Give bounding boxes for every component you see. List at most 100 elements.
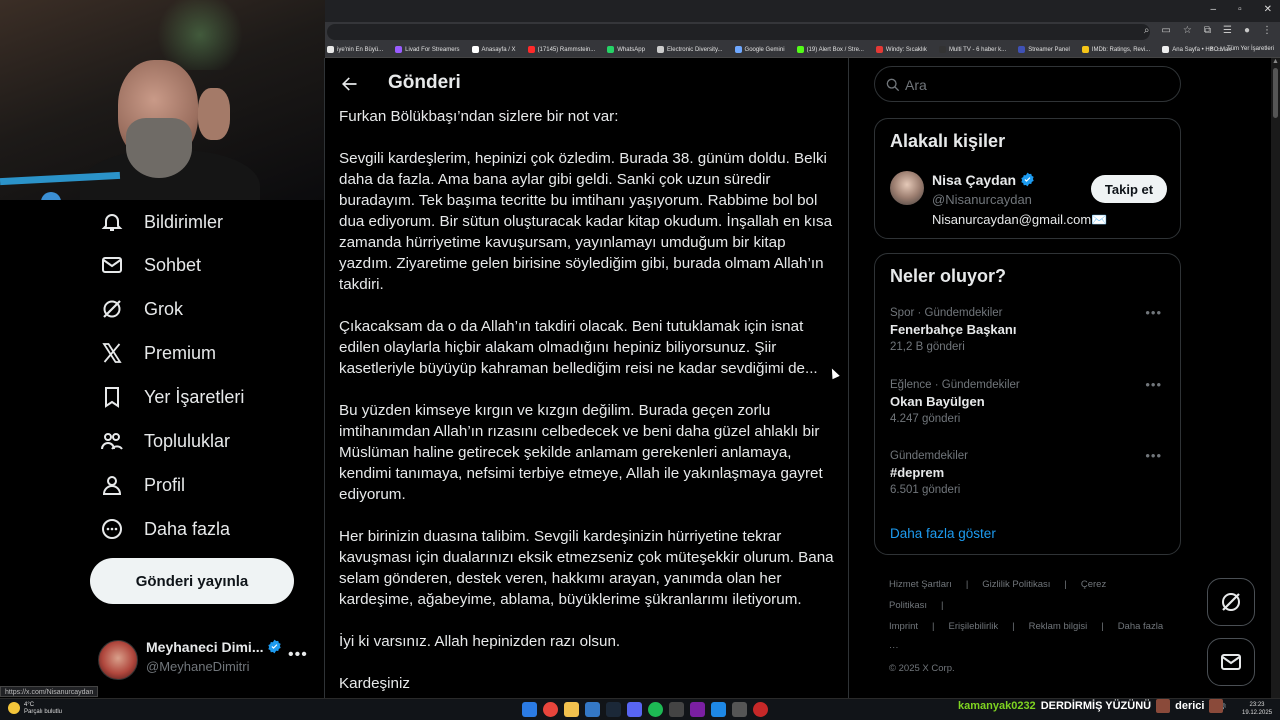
- app-icon[interactable]: [690, 702, 705, 717]
- bookmark-item[interactable]: iye'nin En Büyü...: [327, 46, 383, 53]
- bookmarks-right: » ▭ Tüm Yer İşaretleri: [1210, 46, 1274, 53]
- toolbar-icons: ⌕ ▭ ☆ ⧉ ☰ ● ⋮: [1144, 25, 1272, 36]
- scroll-thumb[interactable]: [1273, 68, 1278, 118]
- trend-title: Okan Bayülgen: [890, 394, 985, 409]
- post-paragraph: Bu yüzden kimseye kırgın ve kızgın değil…: [339, 402, 823, 503]
- person-handle[interactable]: @Nisanurcaydan: [932, 192, 1032, 207]
- maximize-button[interactable]: ▫: [1238, 4, 1242, 15]
- cast-icon[interactable]: ▭: [1161, 25, 1170, 36]
- close-window-button[interactable]: ✕: [1264, 4, 1272, 15]
- search-input[interactable]: Ara: [874, 66, 1181, 102]
- footer-separator: |: [932, 621, 935, 632]
- nav-item-sohbet[interactable]: Sohbet: [90, 243, 201, 287]
- post-button[interactable]: Gönderi yayınla: [90, 558, 294, 604]
- footer-link[interactable]: Imprint: [889, 621, 918, 632]
- show-more-link[interactable]: Daha fazla göster: [890, 526, 996, 541]
- account-name: Meyhaneci Dimi...: [146, 639, 282, 655]
- search-placeholder: Ara: [905, 77, 927, 93]
- nav-item-daha-fazla[interactable]: Daha fazla: [90, 507, 230, 551]
- all-bookmarks[interactable]: Tüm Yer İşaretleri: [1227, 46, 1274, 53]
- bookmarks-overflow[interactable]: »: [1210, 46, 1213, 53]
- trend-category: Gündemdekiler: [890, 450, 968, 462]
- person-name[interactable]: Nisa Çaydan: [932, 172, 1035, 188]
- nav-item-grok[interactable]: Grok: [90, 287, 183, 331]
- emote-icon: [1209, 699, 1224, 713]
- scroll-up-icon[interactable]: ▲: [1272, 58, 1279, 65]
- nav-item-topluluklar[interactable]: Topluluklar: [90, 419, 230, 463]
- app-icon[interactable]: [732, 702, 747, 717]
- footer-link[interactable]: Reklam bilgisi: [1029, 621, 1088, 632]
- trend-item[interactable]: Eğlence · Gündemdekiler Okan Bayülgen 4.24…: [890, 377, 1170, 439]
- bookmark-item[interactable]: IMDb: Ratings, Revi...: [1081, 46, 1150, 53]
- bookmark-item[interactable]: Multi TV - 6 haber k...: [938, 46, 1006, 53]
- zoom-icon[interactable]: ⌕: [1144, 25, 1150, 36]
- weather-widget[interactable]: 4°C Parçalı bulutlu: [8, 702, 62, 716]
- menu-icon[interactable]: ⋮: [1262, 25, 1272, 36]
- nav-item-yer-i-şaretleri[interactable]: Yer İşaretleri: [90, 375, 244, 419]
- post-paragraph: Furkan Bölükbaşı’ndan sizlere bir not va…: [339, 108, 619, 125]
- bookmark-item[interactable]: WhatsApp: [607, 46, 645, 53]
- footer-link[interactable]: Hizmet Şartları: [889, 579, 952, 590]
- footer-separator: |: [1101, 621, 1104, 632]
- clock-time: 23:23: [1249, 702, 1265, 708]
- messages-fab-button[interactable]: [1207, 638, 1255, 686]
- app-icon[interactable]: [711, 702, 726, 717]
- trend-more-icon[interactable]: •••: [1145, 305, 1162, 320]
- bookmark-label: Electronic Diversity...: [666, 46, 723, 53]
- nav-item-bildirimler[interactable]: Bildirimler: [90, 200, 223, 244]
- address-bar-row: ⌕ ▭ ☆ ⧉ ☰ ● ⋮: [325, 22, 1280, 42]
- nav-item-premium[interactable]: Premium: [90, 331, 216, 375]
- app-icon[interactable]: [669, 702, 684, 717]
- page-scrollbar[interactable]: ▲: [1271, 58, 1280, 698]
- chrome-icon[interactable]: [543, 702, 558, 717]
- bookmark-icon: [100, 385, 124, 409]
- bookmark-label: Google Gemini: [744, 46, 785, 53]
- nav-item-profil[interactable]: Profil: [90, 463, 185, 507]
- folder-icon: ▭: [1217, 47, 1223, 53]
- post-text: Furkan Bölükbaşı’ndan sizlere bir not va…: [339, 106, 839, 715]
- bookmark-item[interactable]: (19) Alert Box / Stre...: [796, 46, 864, 53]
- bookmark-item[interactable]: Google Gemini: [734, 46, 785, 53]
- account-more-icon[interactable]: •••: [288, 646, 308, 664]
- footer-link[interactable]: Gizlilik Politikası: [982, 579, 1050, 590]
- avatar: [98, 640, 138, 680]
- avatar[interactable]: [890, 171, 924, 205]
- profile-icon[interactable]: ●: [1244, 25, 1250, 36]
- nav-item-label: Grok: [144, 298, 184, 319]
- discord-icon[interactable]: [627, 702, 642, 717]
- spotify-icon[interactable]: [648, 702, 663, 717]
- steam-icon[interactable]: [606, 702, 621, 717]
- bookmark-item[interactable]: Streamer Panel: [1018, 46, 1070, 53]
- back-arrow-icon[interactable]: [339, 74, 359, 94]
- extensions-icon[interactable]: ⧉: [1204, 25, 1211, 36]
- minimize-button[interactable]: –: [1211, 4, 1217, 15]
- trend-item[interactable]: Spor · Gündemdekiler Fenerbahçe Başkanı 21…: [890, 305, 1170, 367]
- bookmark-item[interactable]: Electronic Diversity...: [656, 46, 723, 53]
- file-explorer-icon[interactable]: [564, 702, 579, 717]
- footer-link[interactable]: Daha fazla ···: [889, 621, 1163, 653]
- footer-link: © 2025 X Corp.: [889, 663, 955, 674]
- bookmark-item[interactable]: Windy: Sıcaklık: [875, 46, 927, 53]
- app-icon[interactable]: [753, 702, 768, 717]
- bookmark-item[interactable]: Anasayfa / X: [471, 46, 516, 53]
- app-icon[interactable]: [585, 702, 600, 717]
- account-switcher[interactable]: Meyhaneci Dimi... @MeyhaneDimitri •••: [98, 636, 312, 680]
- bookmark-item[interactable]: (17145) Rammstein...: [527, 46, 595, 53]
- omnibox[interactable]: [327, 24, 1150, 40]
- weather-temp: 4°C: [24, 702, 35, 708]
- follow-button[interactable]: Takip et: [1091, 175, 1167, 203]
- star-icon[interactable]: ☆: [1183, 25, 1192, 36]
- bookmark-item[interactable]: Livad For Streamers: [395, 46, 460, 53]
- webcam-person-hand: [198, 88, 230, 140]
- clock[interactable]: 23:23 19.12.2025: [1242, 701, 1272, 717]
- tab-search-icon[interactable]: ☰: [1223, 25, 1232, 36]
- windows-start-icon[interactable]: [522, 702, 537, 717]
- grok-fab-button[interactable]: [1207, 578, 1255, 626]
- trend-more-icon[interactable]: •••: [1145, 377, 1162, 392]
- footer-links: Hizmet Şartları | Gizlilik Politikası | Çere…: [889, 574, 1174, 679]
- footer-link[interactable]: Erişilebilirlik: [949, 621, 999, 632]
- bookmarks-bar: iye'nin En Büyü... Livad For Streamers Ana…: [325, 42, 1280, 58]
- trend-more-icon[interactable]: •••: [1145, 448, 1162, 463]
- trend-count: 4.247 gönderi: [890, 413, 961, 425]
- trend-item[interactable]: Gündemdekiler #deprem 6.501 gönderi •••: [890, 448, 1170, 510]
